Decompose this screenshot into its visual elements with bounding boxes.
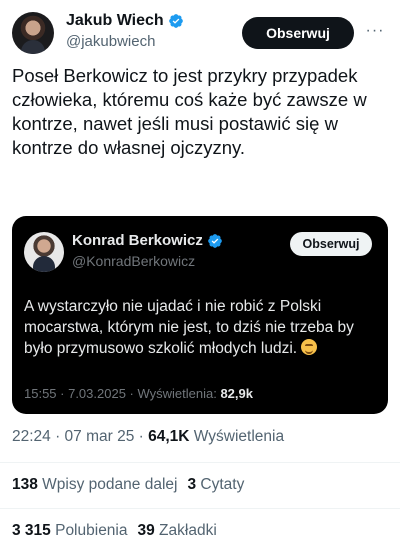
views-label: Wyświetlenia — [189, 428, 285, 445]
quoted-timestamp: 15:55 · 7.03.2025 · Wyświetlenia: — [24, 386, 221, 401]
author-handle[interactable]: @jakubwiech — [66, 33, 155, 50]
tweet-timestamp[interactable]: 22:24 · 07 mar 25 · — [12, 428, 148, 445]
quoted-tweet-meta: 15:55 · 7.03.2025 · Wyświetlenia: 82,9k — [24, 386, 253, 401]
reposts-link[interactable]: 138 Wpisy podane dalej — [12, 476, 177, 493]
avatar[interactable] — [12, 12, 54, 54]
quoted-tweet[interactable]: Konrad Berkowicz @KonradBerkowicz Obserw… — [12, 216, 388, 414]
views-count: 64,1K — [148, 428, 190, 445]
quoted-views-count: 82,9k — [220, 386, 253, 401]
tweet-header: Jakub Wiech @jakubwiech Obserwuj ··· — [12, 10, 388, 58]
quoted-author-handle[interactable]: @KonradBerkowicz — [72, 253, 195, 269]
divider — [0, 462, 400, 463]
follow-button[interactable]: Obserwuj — [242, 17, 354, 49]
tweet-text: Poseł Berkowicz to jest przykry przypade… — [12, 65, 367, 158]
engagement-row-likes: 3 315 Polubienia 39 Zakładki — [12, 522, 217, 540]
quoted-name-row: Konrad Berkowicz — [72, 232, 223, 249]
reposts-label: Wpisy podane dalej — [37, 476, 178, 493]
quoted-follow-button[interactable]: Obserwuj — [290, 232, 372, 256]
quoted-author-name[interactable]: Konrad Berkowicz — [72, 232, 203, 249]
bookmarks-count: 39 — [137, 522, 155, 539]
quotes-link[interactable]: 3 Cytaty — [187, 476, 244, 493]
verified-badge-icon — [168, 14, 183, 28]
bookmarks-label: Zakładki — [154, 522, 217, 539]
reposts-count: 138 — [12, 476, 38, 493]
author-name-row: Jakub Wiech — [66, 12, 184, 30]
tweet-meta: 22:24 · 07 mar 25 · 64,1K Wyświetlenia — [12, 428, 284, 446]
quoted-avatar[interactable] — [24, 232, 64, 272]
quotes-count: 3 — [187, 476, 197, 493]
likes-label: Polubienia — [50, 522, 128, 539]
author-name[interactable]: Jakub Wiech — [66, 12, 164, 30]
bookmarks-link[interactable]: 39 Zakładki — [138, 522, 217, 539]
smirking-face-emoji-icon — [301, 339, 318, 355]
divider — [0, 508, 400, 509]
verified-badge-icon — [208, 233, 222, 248]
likes-link[interactable]: 3 315 Polubienia — [12, 522, 128, 539]
more-options-icon[interactable]: ··· — [364, 23, 386, 42]
engagement-row-reposts: 138 Wpisy podane dalej 3 Cytaty — [12, 476, 244, 494]
quoted-tweet-text: A wystarczyło nie ujadać i nie robić z P… — [24, 296, 376, 359]
likes-count: 3 315 — [12, 522, 51, 539]
quotes-label: Cytaty — [196, 476, 245, 493]
